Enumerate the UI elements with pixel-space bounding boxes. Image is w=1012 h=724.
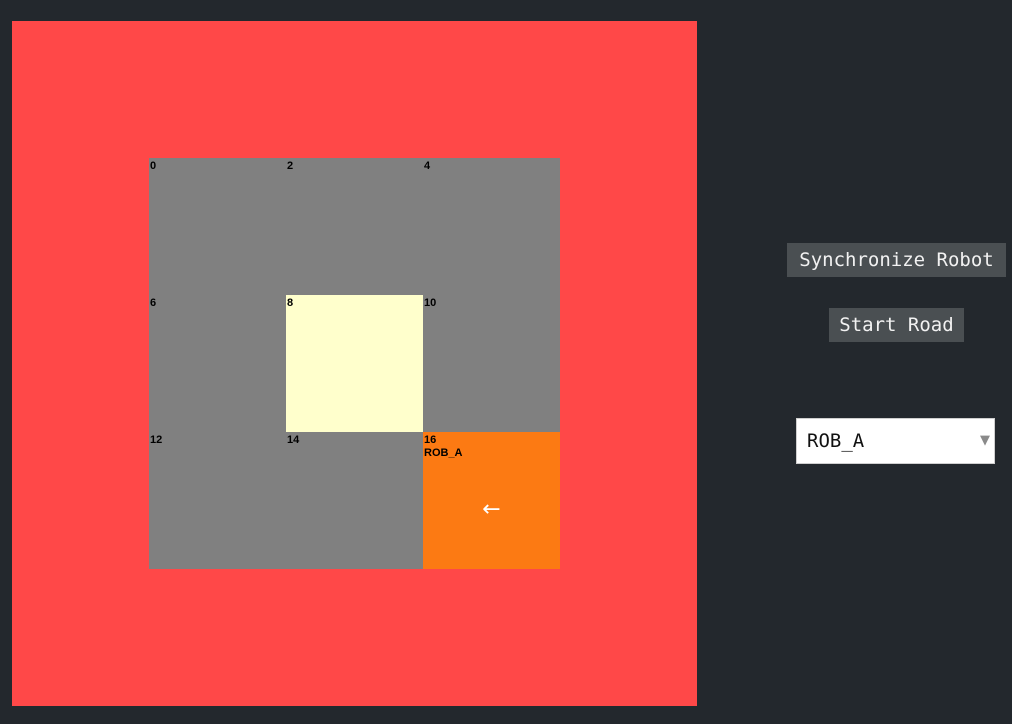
arrow-left-icon: ←	[482, 497, 501, 522]
cell-id-label: 8	[287, 297, 294, 309]
cell-id-label: 12	[150, 434, 163, 446]
map-grid: 0 2 4 6 8 10 12 14 16 ROB_A ←	[149, 158, 560, 569]
cell-id-label: 0	[150, 160, 157, 172]
cell-id-label: 6	[150, 297, 157, 309]
caret-down-icon: ▼	[980, 433, 990, 448]
map-cell[interactable]: 14	[286, 432, 423, 569]
robot-select[interactable]: ROB_A ▼	[796, 418, 995, 464]
cell-id-label: 2	[287, 160, 294, 172]
map-cell-highlighted[interactable]: 8	[286, 295, 423, 432]
map-cell[interactable]: 0	[149, 158, 286, 295]
robot-select-value: ROB_A	[807, 430, 865, 452]
map-border-area: 0 2 4 6 8 10 12 14 16 ROB_A ←	[12, 21, 697, 706]
synchronize-robot-button[interactable]: Synchronize Robot	[787, 243, 1006, 277]
cell-id-label: 14	[287, 434, 300, 446]
map-cell[interactable]: 6	[149, 295, 286, 432]
map-cell[interactable]: 12	[149, 432, 286, 569]
map-cell[interactable]: 10	[423, 295, 560, 432]
start-road-button[interactable]: Start Road	[829, 308, 964, 342]
cell-id-label: 4	[424, 160, 431, 172]
map-cell[interactable]: 2	[286, 158, 423, 295]
map-cell-robot[interactable]: 16 ROB_A ←	[423, 432, 560, 569]
cell-id-label: 10	[424, 297, 437, 309]
map-cell[interactable]: 4	[423, 158, 560, 295]
